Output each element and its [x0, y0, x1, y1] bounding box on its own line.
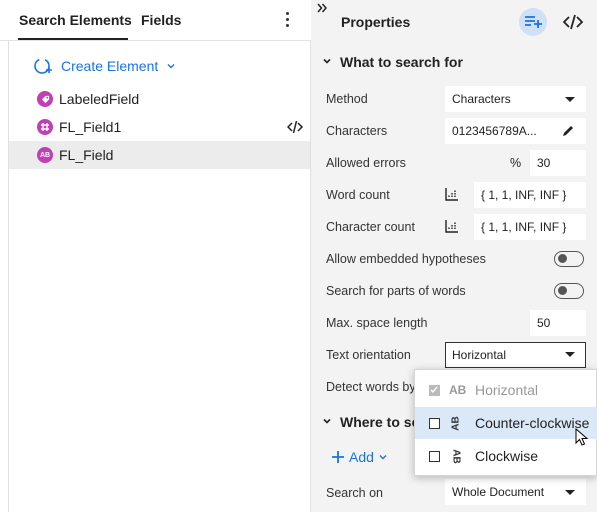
option-clockwise[interactable]: AB Clockwise — [415, 440, 597, 472]
collapse-panel-icon[interactable] — [316, 2, 328, 14]
edit-pencil-icon[interactable] — [561, 124, 575, 138]
option-label: Horizontal — [475, 382, 539, 398]
clockwise-text-icon: AB — [450, 448, 462, 464]
characters-value: 0123456789A... — [452, 124, 537, 138]
option-label: Counter-clockwise — [475, 415, 590, 431]
create-element-label: Create Element — [61, 58, 159, 74]
method-select[interactable]: Characters — [445, 86, 586, 112]
option-label: Clockwise — [475, 448, 539, 464]
more-options-icon[interactable] — [286, 12, 289, 30]
tree-item-fl-field[interactable]: AB FL_Field — [9, 141, 310, 169]
add-label: Add — [349, 449, 374, 465]
playlist-add-icon — [525, 16, 542, 28]
chevron-down-icon — [167, 64, 175, 69]
orientation-dropdown-menu: AB Horizontal AB Counter-clockwise AB Cl… — [414, 369, 597, 476]
horizontal-text-icon: AB — [449, 383, 467, 397]
tab-fields[interactable]: Fields — [141, 12, 181, 28]
chevron-down-icon[interactable] — [322, 416, 332, 426]
method-value: Characters — [452, 92, 511, 106]
search-on-label: Search on — [326, 486, 383, 500]
tree-item-labeledfield[interactable]: LabeledField — [9, 85, 310, 113]
tree-item-label: LabeledField — [59, 91, 140, 107]
max-space-length-label: Max. space length — [326, 316, 428, 330]
checkbox[interactable] — [429, 450, 440, 462]
add-button[interactable]: Add — [331, 449, 388, 465]
create-element-icon — [34, 58, 52, 74]
tree-item-label: FL_Field — [59, 147, 114, 163]
caret-down-icon — [565, 490, 575, 495]
character-count-label: Character count — [326, 220, 415, 234]
parts-of-words-toggle[interactable] — [554, 283, 584, 299]
code-view-icon[interactable] — [563, 14, 583, 30]
text-orientation-select[interactable]: Horizontal — [445, 342, 586, 368]
allowed-errors-label: Allowed errors — [326, 156, 406, 170]
option-horizontal[interactable]: AB Horizontal — [415, 374, 597, 406]
checkbox-checked-disabled[interactable] — [429, 384, 440, 396]
characters-label: Characters — [326, 124, 388, 138]
parts-of-words-label: Search for parts of words — [326, 284, 466, 298]
character-count-field[interactable]: { 1, 1, INF, INF } — [474, 214, 586, 240]
option-counter-clockwise[interactable]: AB Counter-clockwise — [415, 407, 597, 439]
detect-words-label: Detect words by — [326, 380, 416, 394]
word-count-field[interactable]: { 1, 1, INF, INF } — [474, 182, 586, 208]
range-edit-icon[interactable] — [445, 219, 459, 233]
text-orientation-label: Text orientation — [326, 348, 411, 362]
text-field-icon: AB — [37, 147, 53, 163]
add-property-button[interactable] — [519, 8, 547, 36]
tag-icon — [37, 91, 53, 107]
tree-item-label: FL_Field1 — [59, 119, 122, 135]
mouse-cursor-icon — [575, 428, 589, 446]
characters-field[interactable]: 0123456789A... — [445, 118, 586, 144]
range-edit-icon[interactable] — [445, 187, 459, 201]
search-on-value: Whole Document — [452, 485, 545, 499]
fields-icon — [37, 119, 53, 135]
search-on-select[interactable]: Whole Document — [445, 479, 586, 505]
plus-icon — [332, 451, 344, 463]
checkbox[interactable] — [429, 417, 440, 429]
tab-search-elements[interactable]: Search Elements — [19, 12, 132, 28]
tabs-divider — [0, 40, 311, 41]
allowed-errors-input[interactable]: 30 — [530, 150, 586, 176]
counter-clockwise-text-icon: AB — [450, 415, 462, 431]
caret-down-icon — [565, 97, 575, 102]
caret-down-icon — [565, 352, 575, 357]
text-orientation-value: Horizontal — [452, 348, 507, 362]
method-label: Method — [326, 92, 368, 106]
section-where-to-search[interactable]: Where to se — [340, 414, 419, 430]
properties-title: Properties — [341, 14, 411, 30]
embedded-hypotheses-toggle[interactable] — [554, 251, 584, 267]
section-what-to-search[interactable]: What to search for — [340, 54, 463, 70]
code-icon[interactable] — [287, 120, 303, 134]
tree-item-fl-field1[interactable]: FL_Field1 — [9, 113, 310, 141]
word-count-label: Word count — [326, 188, 390, 202]
create-element-button[interactable]: Create Element — [33, 56, 176, 76]
percent-unit: % — [510, 156, 522, 170]
chevron-down-icon — [379, 455, 387, 460]
max-space-length-input[interactable]: 50 — [530, 310, 586, 336]
active-tab-indicator — [18, 38, 128, 40]
embedded-hypotheses-label: Allow embedded hypotheses — [326, 252, 486, 266]
chevron-down-icon[interactable] — [322, 56, 332, 66]
